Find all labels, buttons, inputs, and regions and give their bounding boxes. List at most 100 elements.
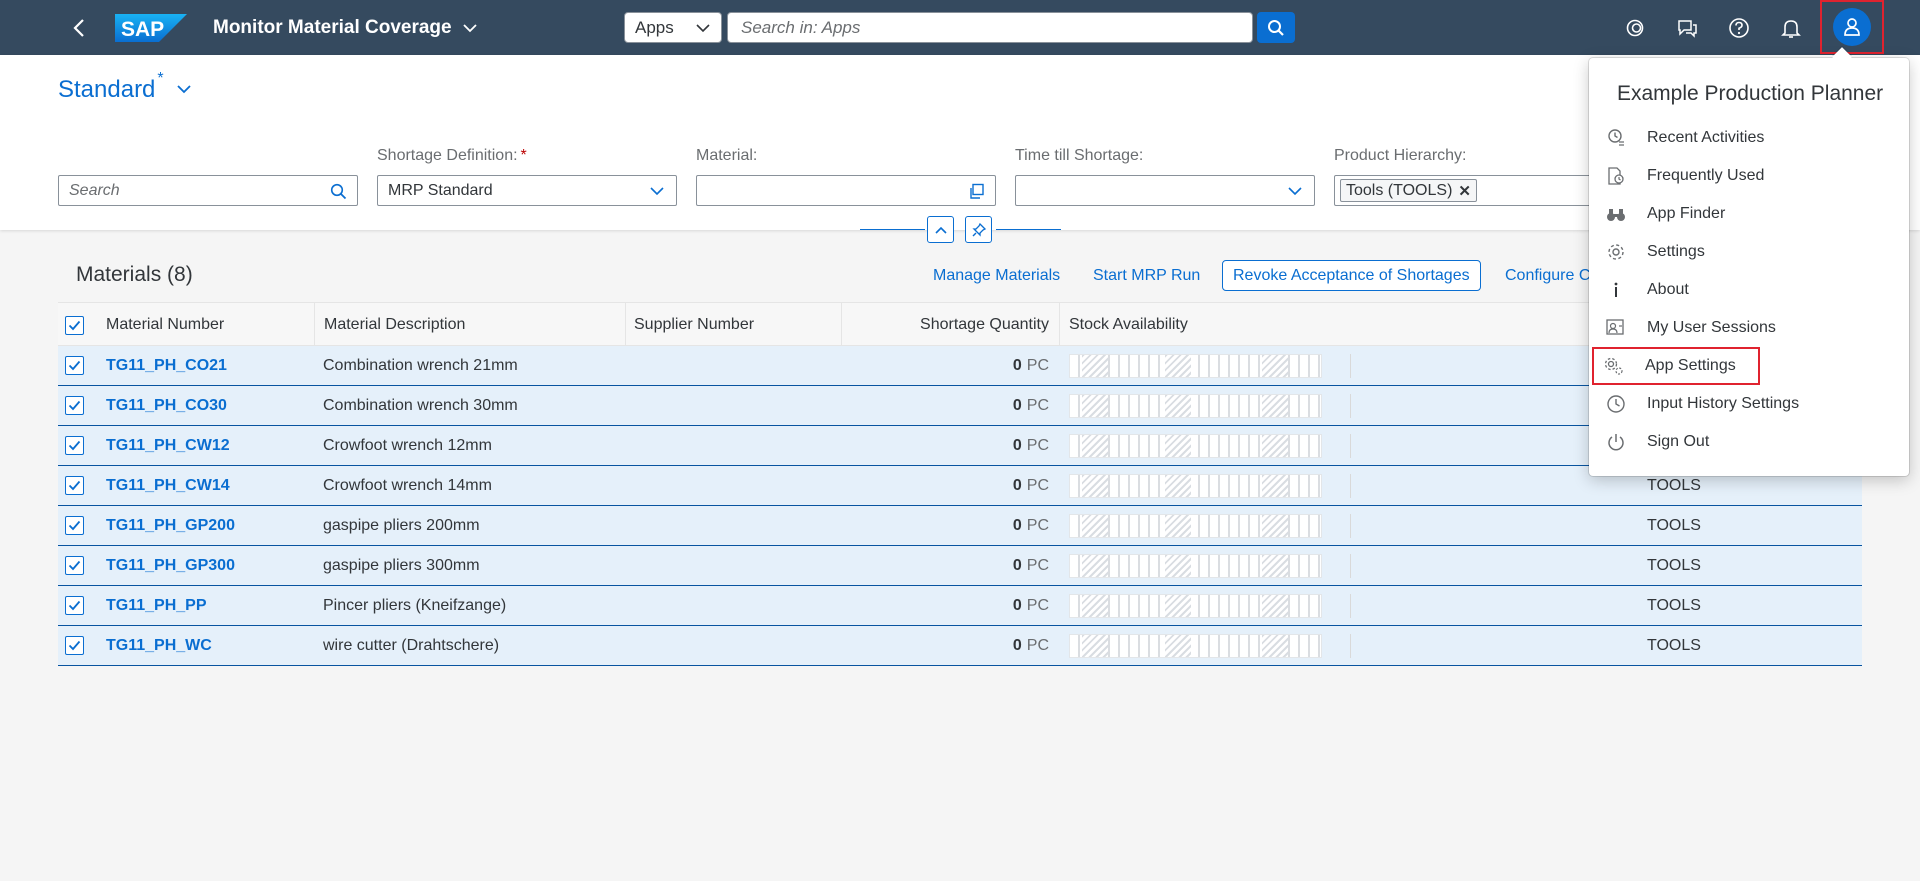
user-sessions-icon xyxy=(1604,316,1628,340)
column-header-description[interactable]: Material Description xyxy=(314,303,465,347)
app-title-menu[interactable]: Monitor Material Coverage xyxy=(213,0,478,55)
shortage-definition-select[interactable]: MRP Standard xyxy=(377,175,677,206)
filter-search-input[interactable]: Search xyxy=(58,175,358,206)
row-checkbox[interactable] xyxy=(65,516,84,535)
select-all-cell xyxy=(65,303,84,347)
shell-bar: SAP Monitor Material Coverage Apps xyxy=(0,0,1920,55)
revoke-acceptance-button[interactable]: Revoke Acceptance of Shortages xyxy=(1222,260,1481,291)
row-checkbox[interactable] xyxy=(65,436,84,455)
shortage-definition-value: MRP Standard xyxy=(388,181,493,199)
variant-modified-marker: * xyxy=(157,70,164,87)
shell-search-input[interactable] xyxy=(727,12,1253,43)
select-all-checkbox[interactable] xyxy=(65,315,84,335)
menu-item-recent-activities[interactable]: Recent Activities xyxy=(1594,119,1906,157)
row-checkbox[interactable] xyxy=(65,596,84,615)
row-checkbox[interactable] xyxy=(65,556,84,575)
back-button[interactable] xyxy=(62,12,96,44)
shortage-quantity: 0 PC xyxy=(1012,636,1049,654)
material-number-link[interactable]: TG11_PH_PP xyxy=(106,586,207,625)
menu-item-app-settings[interactable]: App Settings xyxy=(1592,347,1760,385)
menu-item-input-history-settings[interactable]: Input History Settings xyxy=(1594,385,1906,423)
checkmark-icon xyxy=(68,480,81,491)
configure-button[interactable]: Configure C xyxy=(1505,260,1590,291)
table-row[interactable]: TG11_PH_WC wire cutter (Drahtschere) 0 PC… xyxy=(58,626,1862,666)
table-row[interactable]: TG11_PH_GP300 gaspipe pliers 300mm 0 PC T… xyxy=(58,546,1862,586)
shell-search-button[interactable] xyxy=(1257,12,1295,43)
search-icon xyxy=(1268,19,1284,36)
header-divider xyxy=(860,229,925,230)
column-header-supplier[interactable]: Supplier Number xyxy=(625,303,754,347)
stock-segment xyxy=(1165,555,1191,577)
material-description: gaspipe pliers 300mm xyxy=(323,556,480,574)
notifications-button[interactable] xyxy=(1775,12,1807,44)
variant-name: Standard xyxy=(58,76,156,103)
variant-selector[interactable]: Standard * xyxy=(58,70,192,104)
row-checkbox[interactable] xyxy=(65,636,84,655)
product-hierarchy-value: TOOLS xyxy=(1647,636,1701,654)
chevron-down-icon xyxy=(648,183,666,199)
material-number-link[interactable]: TG11_PH_GP300 xyxy=(106,546,235,585)
pin-header-button[interactable] xyxy=(965,216,992,243)
search-scope-select[interactable]: Apps xyxy=(624,12,722,43)
product-hierarchy-input[interactable]: Tools (TOOLS) ✕ xyxy=(1334,175,1594,206)
material-number-link[interactable]: TG11_PH_GP200 xyxy=(106,506,235,545)
menu-item-app-finder[interactable]: App Finder xyxy=(1594,195,1906,233)
checkmark-icon xyxy=(68,440,81,451)
menu-item-my-user-sessions[interactable]: My User Sessions xyxy=(1594,309,1906,347)
column-header-material-number[interactable]: Material Number xyxy=(106,303,224,347)
token-remove-icon[interactable]: ✕ xyxy=(1458,182,1471,200)
column-header-stock-availability[interactable]: Stock Availability xyxy=(1059,303,1188,347)
app-settings-icon xyxy=(1602,354,1626,378)
collapse-header-button[interactable] xyxy=(927,216,954,243)
chevron-up-icon xyxy=(934,226,947,234)
product-hierarchy-value: TOOLS xyxy=(1647,556,1701,574)
time-till-shortage-label: Time till Shortage: xyxy=(1015,147,1144,164)
material-number-link[interactable]: TG11_PH_CO21 xyxy=(106,346,227,385)
material-number-link[interactable]: TG11_PH_CW14 xyxy=(106,466,230,505)
column-header-shortage-qty[interactable]: Shortage Quantity xyxy=(841,303,1059,347)
row-select-cell xyxy=(65,506,84,545)
help-button[interactable] xyxy=(1723,12,1755,44)
table-row[interactable]: TG11_PH_PP Pincer pliers (Kneifzange) 0P… xyxy=(58,586,1862,626)
row-checkbox[interactable] xyxy=(65,396,84,415)
menu-item-frequently-used[interactable]: Frequently Used xyxy=(1594,157,1906,195)
menu-item-label: About xyxy=(1647,281,1689,298)
row-checkbox[interactable] xyxy=(65,476,84,495)
user-icon xyxy=(1844,18,1860,36)
search-scope-value: Apps xyxy=(635,17,674,37)
copilot-button[interactable] xyxy=(1619,12,1651,44)
stock-segment xyxy=(1165,475,1191,497)
material-description: Pincer pliers (Kneifzange) xyxy=(323,596,507,614)
material-number-link[interactable]: TG11_PH_CW12 xyxy=(106,426,230,465)
stock-availability-bar xyxy=(1069,434,1322,458)
value-help-icon[interactable] xyxy=(968,183,985,200)
feedback-button[interactable] xyxy=(1671,12,1703,44)
material-input[interactable] xyxy=(696,175,996,206)
menu-item-label: Recent Activities xyxy=(1647,129,1765,146)
start-mrp-run-button[interactable]: Start MRP Run xyxy=(1093,260,1200,291)
menu-item-about[interactable]: About xyxy=(1594,271,1906,309)
row-checkbox[interactable] xyxy=(65,356,84,375)
chevron-left-icon xyxy=(73,19,84,37)
manage-materials-button[interactable]: Manage Materials xyxy=(933,260,1060,291)
table-row[interactable]: TG11_PH_GP200 gaspipe pliers 200mm 0 PC T… xyxy=(58,506,1862,546)
cell-divider xyxy=(1350,514,1351,538)
menu-item-label: Settings xyxy=(1647,243,1705,260)
stock-segment xyxy=(1262,435,1288,457)
menu-item-label: Input History Settings xyxy=(1647,395,1800,412)
stock-segment xyxy=(1262,555,1288,577)
cell-divider xyxy=(1350,594,1351,618)
power-icon xyxy=(1604,430,1628,454)
stock-availability-bar xyxy=(1069,474,1322,498)
cell-divider xyxy=(1350,354,1351,378)
stock-segment xyxy=(1165,635,1191,657)
menu-item-sign-out[interactable]: Sign Out xyxy=(1594,423,1906,461)
shortage-quantity: 0 PC xyxy=(1012,516,1049,534)
menu-item-settings[interactable]: Settings xyxy=(1594,233,1906,271)
user-avatar-button[interactable] xyxy=(1833,8,1871,46)
history-icon xyxy=(1604,392,1628,416)
stock-segment xyxy=(1165,595,1191,617)
material-number-link[interactable]: TG11_PH_CO30 xyxy=(106,386,227,425)
material-number-link[interactable]: TG11_PH_WC xyxy=(106,626,212,665)
time-till-shortage-select[interactable] xyxy=(1015,175,1315,206)
